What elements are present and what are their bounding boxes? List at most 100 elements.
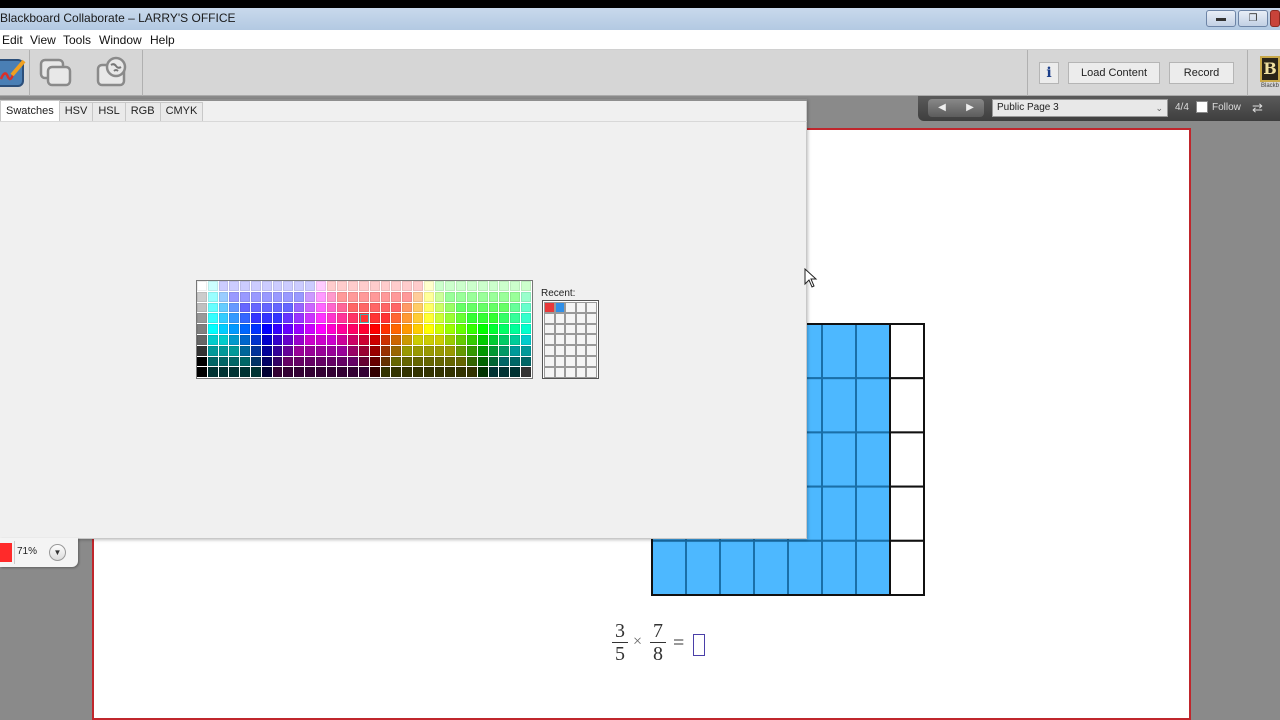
color-swatch[interactable] — [218, 324, 230, 335]
color-swatch[interactable] — [348, 313, 359, 325]
color-swatch[interactable] — [283, 302, 295, 314]
color-swatch[interactable] — [445, 345, 457, 357]
color-swatch[interactable] — [434, 356, 446, 368]
color-swatch[interactable] — [499, 367, 511, 379]
color-swatch[interactable] — [423, 345, 435, 357]
color-swatch[interactable] — [477, 356, 489, 368]
color-swatch[interactable] — [304, 324, 316, 335]
opacity-dropdown-button[interactable]: ▼ — [49, 544, 66, 561]
color-swatch[interactable] — [240, 313, 251, 325]
color-swatch[interactable] — [261, 334, 273, 346]
color-swatch[interactable] — [477, 324, 489, 335]
color-swatch[interactable] — [477, 367, 489, 379]
color-swatch[interactable] — [294, 281, 305, 292]
fill-color-swatch[interactable] — [0, 543, 12, 562]
color-swatch[interactable] — [348, 324, 359, 335]
color-swatch[interactable] — [510, 334, 521, 346]
color-swatch[interactable] — [348, 356, 359, 368]
color-swatch[interactable] — [358, 367, 370, 379]
color-swatch[interactable] — [294, 313, 305, 325]
color-swatch[interactable] — [240, 291, 251, 303]
color-swatch[interactable] — [412, 367, 424, 379]
tab-hsl[interactable]: HSL — [92, 102, 126, 121]
color-swatch[interactable] — [477, 345, 489, 357]
color-swatch[interactable] — [391, 302, 403, 314]
color-swatch[interactable] — [272, 334, 284, 346]
color-swatch[interactable] — [197, 356, 208, 368]
color-swatch[interactable] — [337, 324, 349, 335]
color-swatch[interactable] — [207, 345, 219, 357]
color-swatch[interactable] — [499, 334, 511, 346]
color-swatch[interactable] — [520, 291, 532, 303]
color-swatch[interactable] — [445, 281, 457, 292]
color-swatch[interactable] — [315, 367, 327, 379]
color-swatch[interactable] — [510, 367, 521, 379]
recent-color-swatch[interactable] — [554, 302, 566, 313]
color-swatch[interactable] — [488, 356, 500, 368]
color-swatch[interactable] — [218, 334, 230, 346]
color-swatch[interactable] — [477, 313, 489, 325]
color-swatch[interactable] — [391, 313, 403, 325]
color-swatch[interactable] — [294, 367, 305, 379]
color-swatch[interactable] — [240, 345, 251, 357]
color-swatch[interactable] — [304, 345, 316, 357]
color-swatch[interactable] — [456, 367, 467, 379]
color-swatch[interactable] — [326, 345, 338, 357]
color-swatch[interactable] — [250, 356, 262, 368]
color-swatch[interactable] — [434, 367, 446, 379]
color-swatch[interactable] — [456, 324, 467, 335]
color-swatch[interactable] — [488, 313, 500, 325]
color-swatch[interactable] — [218, 281, 230, 292]
color-swatch[interactable] — [445, 302, 457, 314]
color-swatch[interactable] — [510, 313, 521, 325]
color-swatch[interactable] — [466, 281, 478, 292]
color-swatch[interactable] — [456, 356, 467, 368]
color-swatch[interactable] — [456, 291, 467, 303]
color-swatch[interactable] — [240, 281, 251, 292]
color-swatch[interactable] — [380, 291, 392, 303]
color-swatch[interactable] — [207, 324, 219, 335]
color-swatch[interactable] — [488, 334, 500, 346]
color-swatch[interactable] — [250, 281, 262, 292]
color-swatch[interactable] — [283, 291, 295, 303]
color-swatch[interactable] — [348, 345, 359, 357]
color-swatch[interactable] — [197, 302, 208, 314]
color-swatch[interactable] — [402, 291, 413, 303]
color-swatch[interactable] — [391, 291, 403, 303]
color-swatch[interactable] — [272, 302, 284, 314]
color-swatch[interactable] — [520, 281, 532, 292]
color-swatch[interactable] — [488, 302, 500, 314]
color-swatch[interactable] — [520, 302, 532, 314]
color-swatch[interactable] — [218, 291, 230, 303]
color-swatch[interactable] — [412, 334, 424, 346]
color-swatch[interactable] — [294, 291, 305, 303]
color-swatch[interactable] — [412, 291, 424, 303]
color-swatch[interactable] — [466, 313, 478, 325]
color-swatch[interactable] — [369, 334, 381, 346]
color-swatch[interactable] — [250, 324, 262, 335]
color-swatch[interactable] — [358, 302, 370, 314]
color-swatch[interactable] — [380, 367, 392, 379]
color-swatch[interactable] — [315, 324, 327, 335]
color-swatch[interactable] — [229, 313, 241, 325]
color-swatch[interactable] — [229, 345, 241, 357]
color-swatch[interactable] — [250, 345, 262, 357]
color-swatch[interactable] — [294, 324, 305, 335]
color-swatch[interactable] — [315, 313, 327, 325]
recent-color-swatch[interactable] — [544, 302, 555, 313]
color-swatch[interactable] — [348, 281, 359, 292]
color-swatch[interactable] — [240, 356, 251, 368]
color-swatch[interactable] — [326, 281, 338, 292]
color-swatch[interactable] — [423, 334, 435, 346]
tab-cmyk[interactable]: CMYK — [159, 102, 204, 121]
color-swatch[interactable] — [272, 281, 284, 292]
color-swatch[interactable] — [434, 302, 446, 314]
color-swatch[interactable] — [207, 281, 219, 292]
color-swatch[interactable] — [337, 334, 349, 346]
color-swatch[interactable] — [391, 281, 403, 292]
color-swatch[interactable] — [445, 367, 457, 379]
color-swatch[interactable] — [348, 302, 359, 314]
color-swatch[interactable] — [294, 356, 305, 368]
color-swatch[interactable] — [197, 334, 208, 346]
color-swatch[interactable] — [466, 334, 478, 346]
